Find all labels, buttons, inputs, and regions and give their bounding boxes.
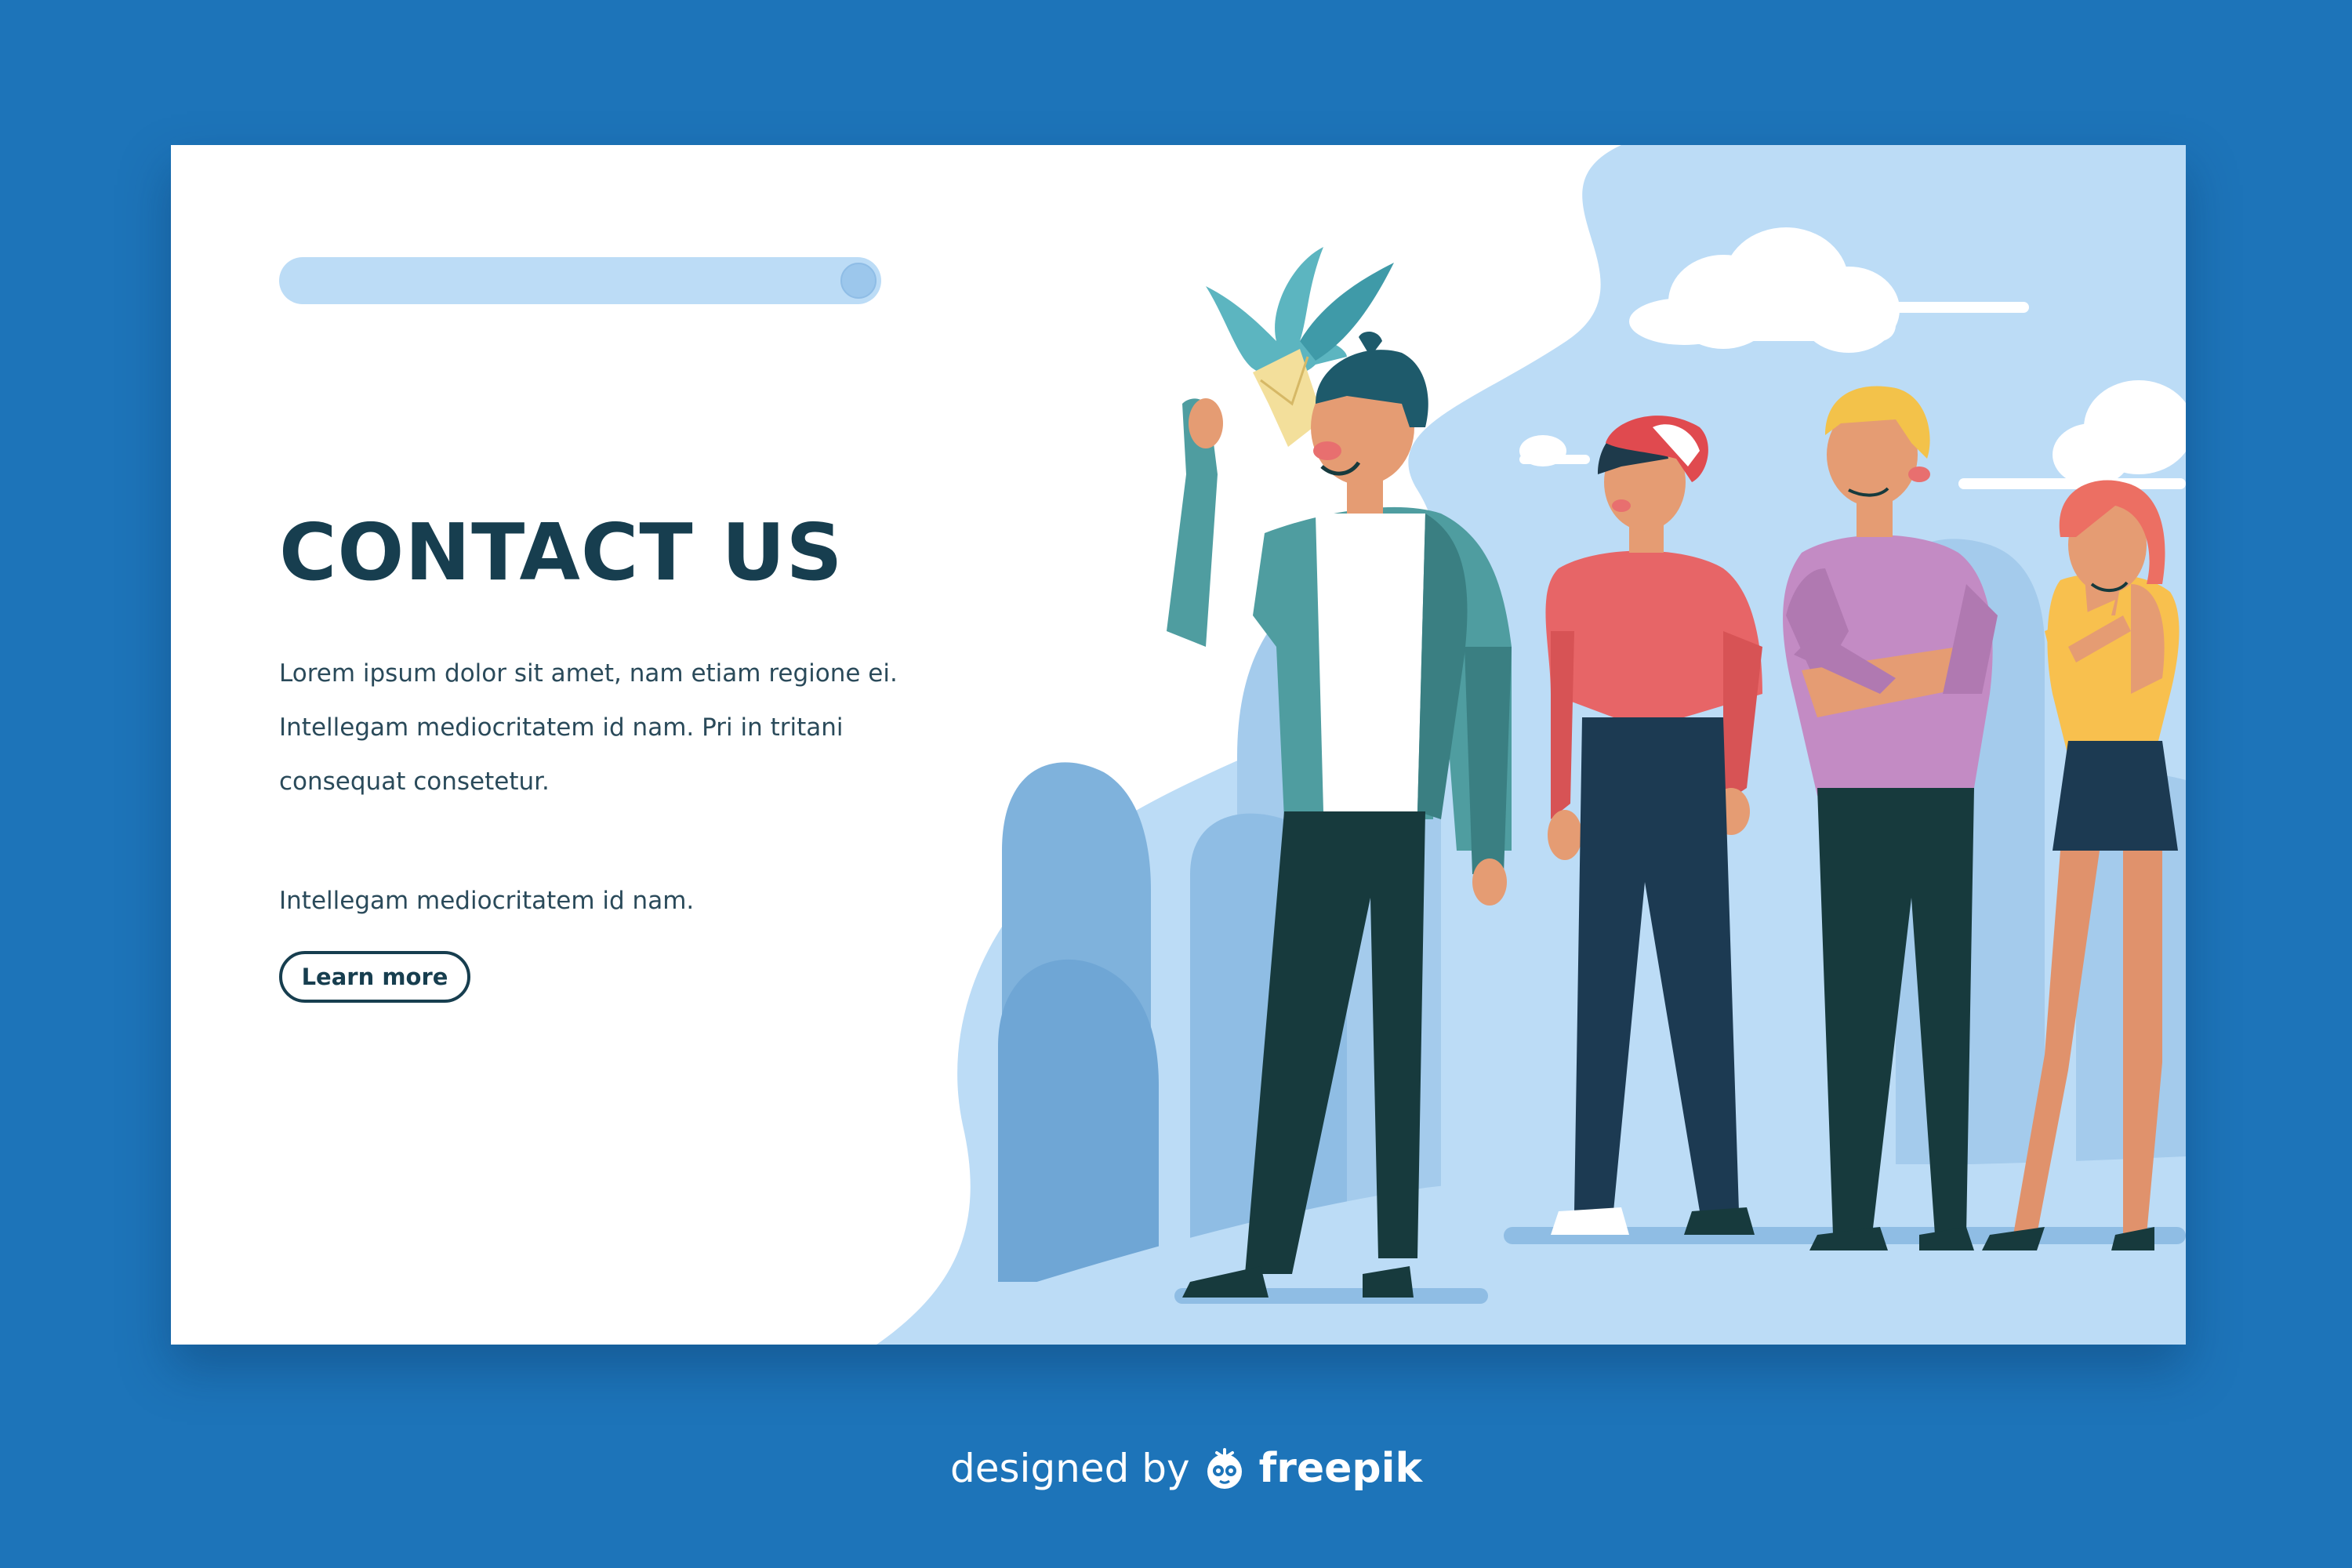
search-bar[interactable] bbox=[279, 257, 881, 304]
secondary-paragraph: Intellegam mediocritatem id nam. bbox=[279, 887, 695, 915]
designed-by-text: designed by bbox=[950, 1446, 1190, 1491]
page-title: CONTACT US bbox=[279, 506, 844, 598]
brand-name: freepik bbox=[1258, 1445, 1423, 1492]
bush-left-small bbox=[998, 959, 1159, 1282]
freepik-logo-icon bbox=[1207, 1448, 1242, 1489]
freepik-credit[interactable]: designed by freepik bbox=[950, 1445, 1422, 1492]
intro-paragraph: Lorem ipsum dolor sit amet, nam etiam re… bbox=[279, 659, 898, 796]
learn-more-button[interactable]: Learn more bbox=[279, 951, 470, 1003]
landing-card: CONTACT US Lorem ipsum dolor sit amet, n… bbox=[171, 145, 2186, 1345]
search-button[interactable] bbox=[840, 263, 877, 299]
